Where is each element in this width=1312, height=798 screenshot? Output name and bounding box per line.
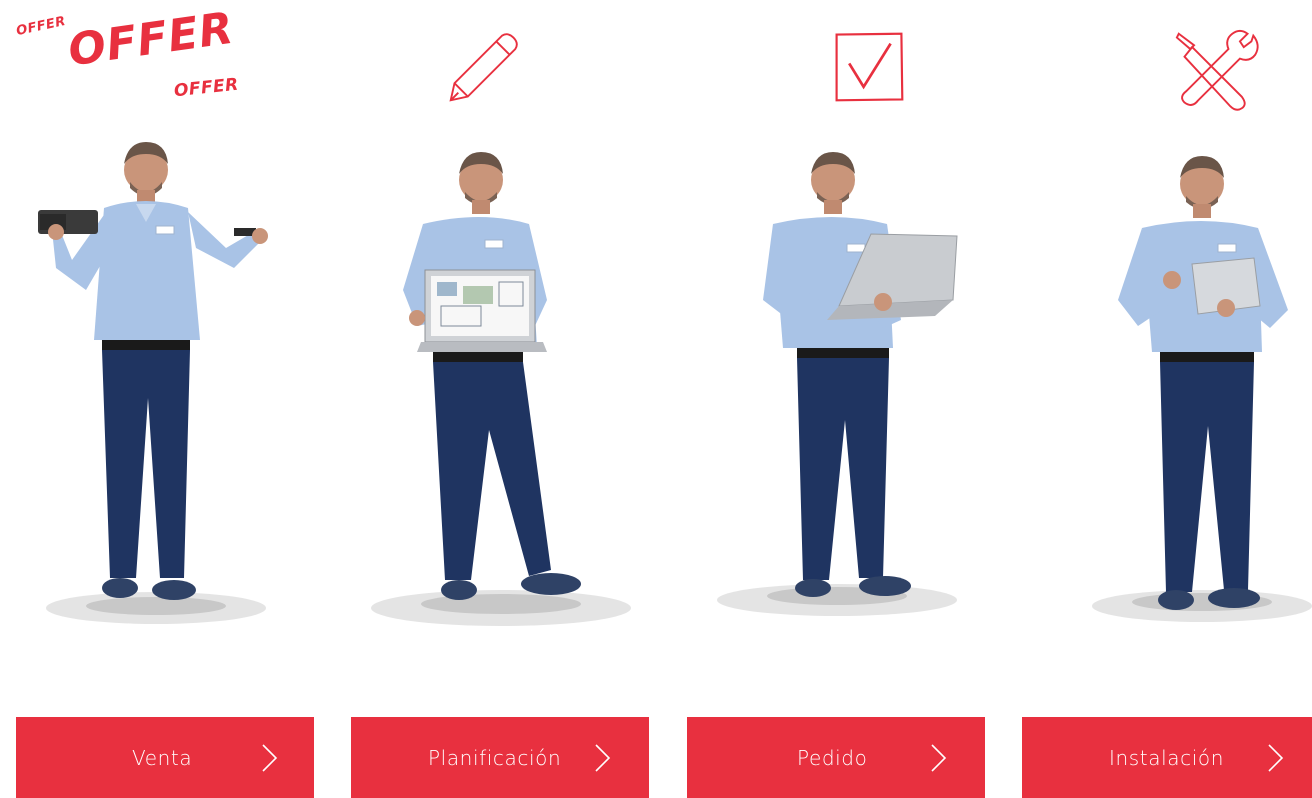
technician-figure bbox=[1092, 156, 1312, 622]
planificacion-button[interactable]: Planificación bbox=[351, 717, 649, 798]
step-venta: OFFER OFFER OFFER Venta bbox=[14, 0, 314, 798]
tools-drawing bbox=[1175, 29, 1259, 111]
technician-photo-tablet bbox=[1022, 130, 1312, 660]
wrench-screwdriver-icon bbox=[1022, 0, 1312, 120]
checkbox-drawing bbox=[835, 32, 904, 102]
technician-photo-laptop-plan bbox=[351, 130, 649, 660]
step-planificacion: Planificación bbox=[351, 0, 649, 798]
instalacion-button[interactable]: Instalación bbox=[1022, 717, 1312, 798]
chevron-right-icon bbox=[595, 744, 611, 772]
technician-figure bbox=[717, 152, 958, 616]
pedido-button-label: Pedido bbox=[797, 746, 868, 770]
chevron-right-icon bbox=[262, 744, 278, 772]
technician-figure bbox=[38, 142, 268, 624]
checkbox-checked-icon bbox=[687, 0, 985, 120]
process-steps: OFFER OFFER OFFER Venta Planificación Pe… bbox=[0, 0, 1312, 798]
venta-button[interactable]: Venta bbox=[16, 717, 314, 798]
step-pedido: Pedido bbox=[687, 0, 985, 798]
offer-word-large: OFFER bbox=[65, 2, 238, 77]
technician-photo-wallet bbox=[16, 130, 314, 660]
offer-word-small-top: OFFER bbox=[14, 13, 68, 40]
pedido-button[interactable]: Pedido bbox=[687, 717, 985, 798]
technician-photo-laptop bbox=[687, 130, 985, 660]
chevron-right-icon bbox=[931, 744, 947, 772]
pencil-drawing bbox=[449, 33, 518, 102]
offer-word-small-bottom: OFFER bbox=[173, 74, 240, 102]
instalacion-button-label: Instalación bbox=[1109, 746, 1224, 770]
venta-button-label: Venta bbox=[132, 746, 193, 770]
offer-lettering-icon: OFFER OFFER OFFER bbox=[14, 0, 314, 120]
planificacion-button-label: Planificación bbox=[428, 746, 562, 770]
chevron-right-icon bbox=[1268, 744, 1284, 772]
technician-figure bbox=[371, 152, 631, 626]
pencil-icon bbox=[351, 0, 649, 120]
step-instalacion: Instalación bbox=[1022, 0, 1312, 798]
